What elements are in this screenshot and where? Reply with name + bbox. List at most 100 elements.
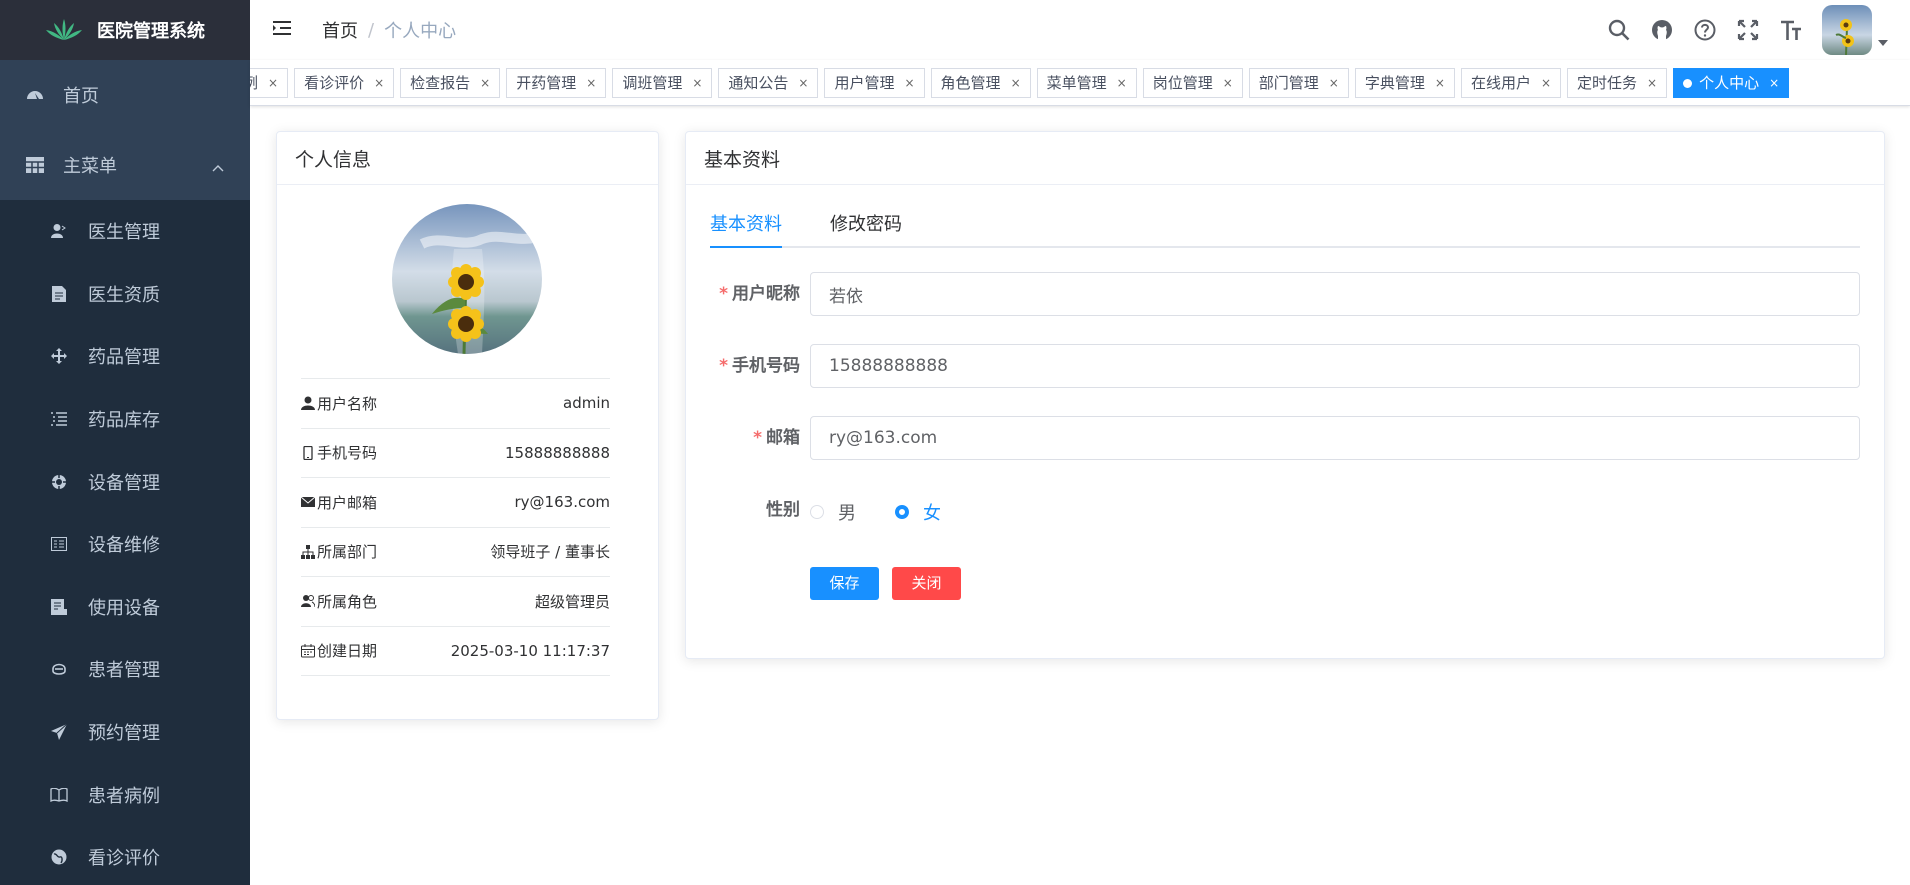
hamburger-icon[interactable] bbox=[272, 18, 292, 42]
tag-item[interactable]: 岗位管理 × bbox=[1142, 68, 1243, 98]
radio-circle bbox=[895, 505, 909, 519]
patient-icon bbox=[50, 662, 68, 676]
breadcrumb-separator: / bbox=[368, 19, 375, 41]
profile-row-username: 用户名称 admin bbox=[301, 378, 610, 429]
tag-item[interactable]: 角色管理 × bbox=[930, 68, 1031, 98]
sidebar-item-use-device[interactable]: 使用设备 bbox=[0, 576, 250, 639]
tag-item[interactable]: 例× bbox=[250, 68, 289, 98]
gender-female-radio[interactable]: 女 bbox=[895, 499, 941, 525]
close-icon[interactable]: × bbox=[586, 68, 596, 98]
profile-value: 2025-03-10 11:17:37 bbox=[450, 641, 610, 660]
phone-input[interactable] bbox=[810, 344, 1860, 388]
sidebar-item-label: 预约管理 bbox=[88, 723, 160, 745]
tag-item[interactable]: 在线用户 × bbox=[1460, 68, 1562, 98]
radio-circle bbox=[810, 505, 824, 519]
close-icon[interactable]: × bbox=[268, 68, 278, 98]
sidebar-item-case[interactable]: 患者病例 bbox=[0, 763, 250, 826]
close-icon[interactable]: × bbox=[1435, 68, 1445, 98]
right-menu bbox=[1597, 0, 1888, 60]
github-icon[interactable] bbox=[1640, 19, 1683, 41]
sidebar-item-device[interactable]: 设备管理 bbox=[0, 450, 250, 513]
close-icon[interactable]: × bbox=[798, 68, 808, 98]
tab-change-password[interactable]: 修改密码 bbox=[830, 210, 902, 246]
profile-card: 个人信息 用户名称 admin 手机号码 15888888888 用户邮箱 ry… bbox=[276, 131, 659, 720]
tag-item[interactable]: 看诊评价 × bbox=[294, 68, 395, 98]
tag-item[interactable]: 个人中心 × bbox=[1673, 68, 1790, 98]
profile-info-list: 用户名称 admin 手机号码 15888888888 用户邮箱 ry@163.… bbox=[301, 378, 610, 676]
tags-row: 例×看诊评价×检查报告×开药管理×调班管理×通知公告×用户管理×角色管理×菜单管… bbox=[250, 68, 1795, 98]
sidebar-item-label: 设备管理 bbox=[88, 472, 160, 494]
profile-row-created: 创建日期 2025-03-10 11:17:37 bbox=[301, 627, 610, 676]
tag-item[interactable]: 通知公告 × bbox=[718, 68, 819, 98]
sidebar-item-device-repair[interactable]: 设备维修 bbox=[0, 513, 250, 576]
sidebar-item-patient[interactable]: 患者管理 bbox=[0, 638, 250, 701]
tag-label: 通知公告 bbox=[728, 74, 789, 92]
font-size-icon[interactable] bbox=[1769, 19, 1812, 41]
sidebar-item-label: 药品库存 bbox=[88, 410, 160, 432]
sidebar-item-drug-stock[interactable]: 药品库存 bbox=[0, 388, 250, 451]
tag-label: 个人中心 bbox=[1699, 74, 1760, 92]
close-button[interactable]: 关闭 bbox=[892, 567, 961, 600]
tag-item[interactable]: 调班管理 × bbox=[612, 68, 713, 98]
profile-row-dept: 所属部门 领导班子 / 董事长 bbox=[301, 528, 610, 577]
email-input[interactable] bbox=[810, 416, 1860, 460]
profile-avatar[interactable] bbox=[392, 204, 542, 354]
close-icon[interactable]: × bbox=[1769, 68, 1779, 98]
tag-item[interactable]: 开药管理 × bbox=[506, 68, 607, 98]
close-icon[interactable]: × bbox=[1541, 68, 1551, 98]
profile-label: 创建日期 bbox=[317, 642, 378, 661]
breadcrumb-home[interactable]: 首页 bbox=[322, 17, 358, 43]
sidebar-item-home[interactable]: 首页 bbox=[0, 60, 250, 130]
email-icon bbox=[301, 496, 315, 508]
avatar[interactable] bbox=[1822, 5, 1872, 55]
tag-item[interactable]: 菜单管理 × bbox=[1036, 68, 1137, 98]
close-icon[interactable]: × bbox=[1647, 68, 1657, 98]
sidebar-item-label: 医生资质 bbox=[88, 284, 160, 306]
tag-item[interactable]: 字典管理 × bbox=[1354, 68, 1455, 98]
form-row-email: * 邮箱 bbox=[710, 416, 1860, 460]
send-icon bbox=[50, 724, 68, 741]
tag-item[interactable]: 部门管理 × bbox=[1248, 68, 1349, 98]
close-icon[interactable]: × bbox=[692, 68, 702, 98]
close-icon[interactable]: × bbox=[1011, 68, 1021, 98]
sidebar-item-drug[interactable]: 药品管理 bbox=[0, 325, 250, 388]
doctor-icon bbox=[50, 223, 68, 239]
tab-basic-info[interactable]: 基本资料 bbox=[710, 210, 782, 248]
tabs: 基本资料 修改密码 bbox=[710, 210, 1860, 248]
search-icon[interactable] bbox=[1597, 19, 1640, 41]
sidebar-item-review[interactable]: 看诊评价 bbox=[0, 826, 250, 885]
nickname-input[interactable] bbox=[810, 272, 1860, 316]
use-device-icon bbox=[50, 598, 68, 615]
tag-item[interactable]: 用户管理 × bbox=[824, 68, 925, 98]
sidebar-item-doctor[interactable]: 医生管理 bbox=[0, 200, 250, 263]
close-icon[interactable]: × bbox=[904, 68, 914, 98]
gender-male-radio[interactable]: 男 bbox=[810, 499, 856, 525]
tag-item[interactable]: 定时任务 × bbox=[1567, 68, 1668, 98]
help-icon[interactable] bbox=[1683, 19, 1726, 41]
book-icon bbox=[50, 787, 68, 802]
submenu: 医生管理 医生资质 药品管理 药品库存 设备管理 设备维修 使用设备 患者管理 bbox=[0, 200, 250, 885]
move-icon bbox=[50, 348, 68, 365]
close-icon[interactable]: × bbox=[480, 68, 490, 98]
required-mark: * bbox=[719, 284, 728, 304]
logo[interactable]: 医院管理系统 bbox=[0, 0, 250, 60]
tags-view: 例×看诊评价×检查报告×开药管理×调班管理×通知公告×用户管理×角色管理×菜单管… bbox=[250, 60, 1910, 106]
active-dot-icon bbox=[1683, 78, 1693, 88]
sidebar-item-main-menu[interactable]: 主菜单 bbox=[0, 130, 250, 200]
close-icon[interactable]: × bbox=[374, 68, 384, 98]
user-icon bbox=[301, 396, 315, 411]
caret-down-icon[interactable] bbox=[1878, 31, 1888, 50]
close-icon[interactable]: × bbox=[1329, 68, 1339, 98]
save-button[interactable]: 保存 bbox=[810, 567, 879, 600]
fullscreen-icon[interactable] bbox=[1726, 19, 1769, 41]
required-mark: * bbox=[753, 428, 762, 448]
sidebar-item-doctor-qualification[interactable]: 医生资质 bbox=[0, 263, 250, 326]
sidebar-item-appointment[interactable]: 预约管理 bbox=[0, 701, 250, 764]
tag-label: 菜单管理 bbox=[1046, 74, 1107, 92]
close-icon[interactable]: × bbox=[1117, 68, 1127, 98]
profile-value: ry@163.com bbox=[514, 493, 610, 512]
form-row-phone: * 手机号码 bbox=[710, 344, 1860, 388]
tag-item[interactable]: 检查报告 × bbox=[400, 68, 501, 98]
close-icon[interactable]: × bbox=[1223, 68, 1233, 98]
tree-icon bbox=[301, 544, 315, 559]
